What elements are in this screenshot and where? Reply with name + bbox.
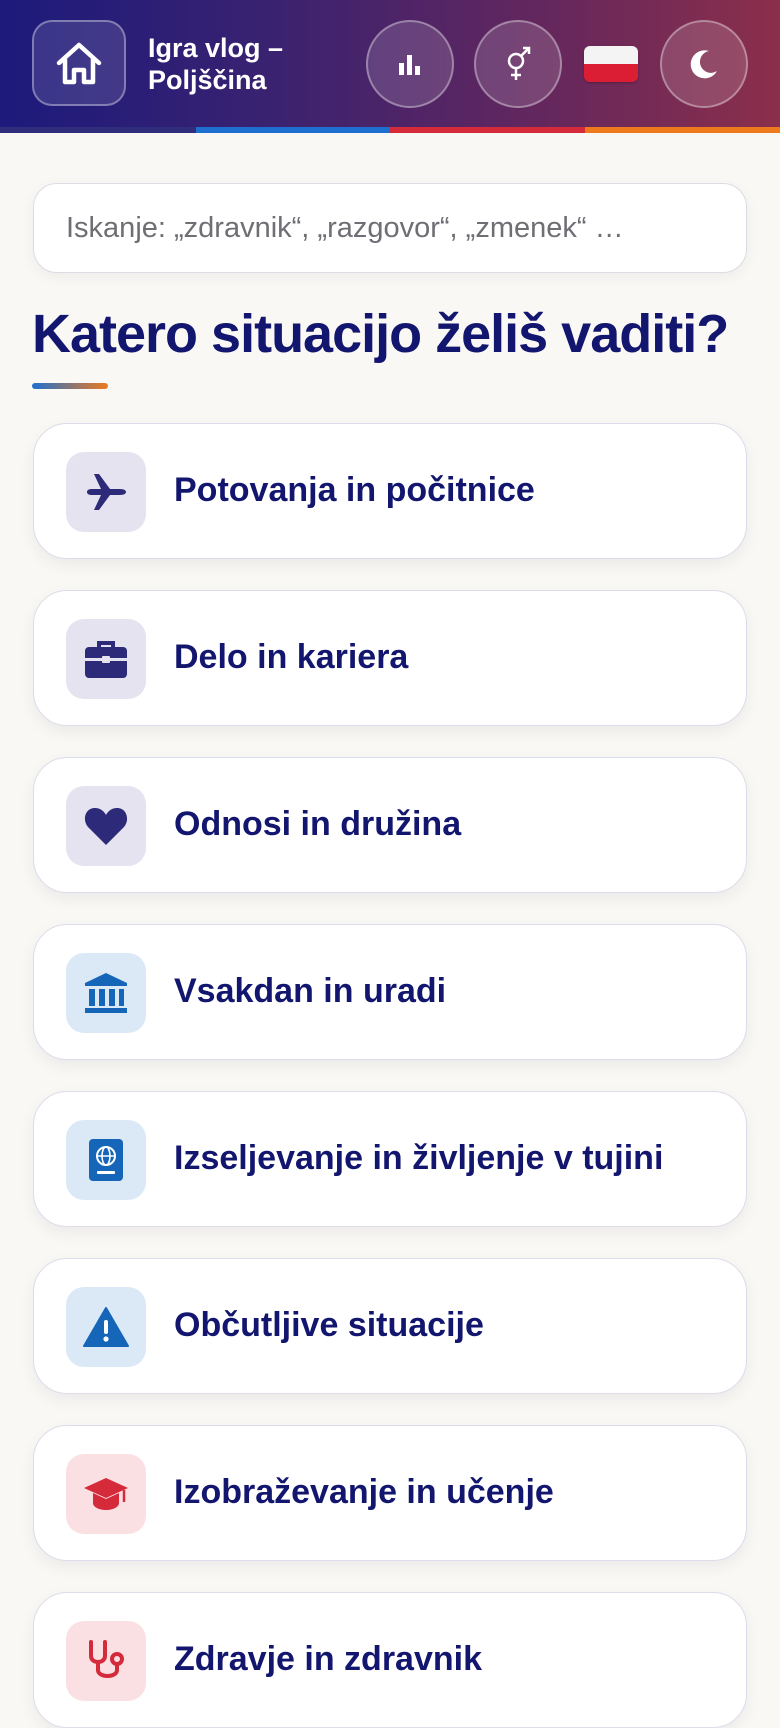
poland-flag-icon[interactable] [584, 46, 638, 82]
airplane-icon [87, 474, 126, 510]
theme-toggle-button[interactable] [660, 20, 748, 108]
category-label: Izseljevanje in življenje v tujini [174, 1139, 664, 1177]
gender-button[interactable] [474, 20, 562, 108]
category-label: Zdravje in zdravnik [174, 1640, 482, 1678]
accent-stripe [0, 127, 196, 133]
category-card-emigration[interactable]: Izseljevanje in življenje v tujini [33, 1091, 747, 1227]
category-label: Izobraževanje in učenje [174, 1473, 554, 1511]
category-card-relationships[interactable]: Odnosi in družina [33, 757, 747, 893]
category-card-sensitive[interactable]: Občutljive situacije [33, 1258, 747, 1394]
passport-icon [89, 1139, 123, 1181]
bar-chart-icon [399, 55, 420, 75]
briefcase-icon [85, 641, 127, 678]
category-card-travel[interactable]: Potovanja in počitnice [33, 423, 747, 559]
category-card-health[interactable]: Zdravje in zdravnik [33, 1592, 747, 1728]
section-heading: Katero situacijo želiš vaditi? [32, 304, 729, 364]
accent-stripe [585, 127, 780, 133]
gender-icon [507, 46, 531, 80]
app-header: Igra vlog – Poljščina [0, 0, 780, 128]
category-label: Delo in kariera [174, 638, 409, 676]
home-icon [56, 42, 102, 85]
warning-icon [83, 1307, 129, 1347]
heading-underline [32, 383, 108, 389]
category-label: Potovanja in počitnice [174, 471, 535, 509]
stats-button[interactable] [366, 20, 454, 108]
bank-icon [85, 973, 127, 1013]
category-label: Vsakdan in uradi [174, 972, 447, 1010]
category-label: Občutljive situacije [174, 1306, 484, 1344]
search-input[interactable] [33, 183, 747, 273]
stethoscope-icon [89, 1640, 124, 1678]
category-label: Odnosi in družina [174, 805, 462, 843]
category-card-work[interactable]: Delo in kariera [33, 590, 747, 726]
page-title: Igra vlog – Poljščina [148, 33, 284, 95]
category-card-education[interactable]: Izobraževanje in učenje [33, 1425, 747, 1561]
accent-stripe [196, 127, 390, 133]
graduation-cap-icon [84, 1478, 128, 1510]
category-card-daily-life[interactable]: Vsakdan in uradi [33, 924, 747, 1060]
home-button[interactable] [32, 20, 126, 106]
moon-icon [690, 50, 717, 79]
heart-icon [84, 808, 128, 845]
accent-stripe [390, 127, 585, 133]
